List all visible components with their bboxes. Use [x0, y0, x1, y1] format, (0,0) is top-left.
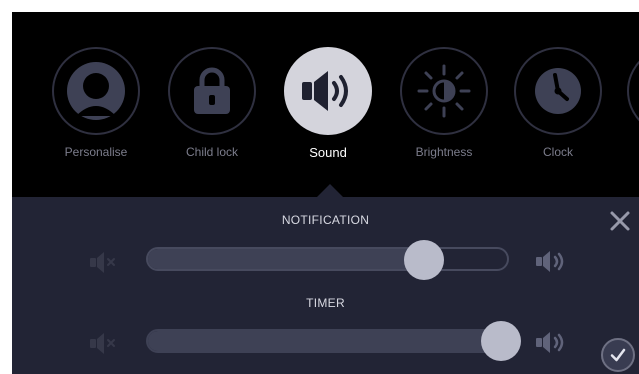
- notification-volume-slider[interactable]: [146, 247, 509, 271]
- brightness-button[interactable]: [400, 47, 488, 135]
- settings-menu: Personalise Child lock Sound Brightness …: [12, 12, 639, 197]
- person-icon: [67, 62, 125, 120]
- personalise-button[interactable]: [52, 47, 140, 135]
- timer-title: TIMER: [306, 296, 345, 310]
- timer-volume-knob[interactable]: [481, 321, 521, 361]
- padlock-icon: [194, 67, 230, 114]
- menu-item-personalise[interactable]: Personalise: [41, 47, 151, 159]
- clock-icon: [535, 68, 581, 114]
- timer-volume-slider[interactable]: [146, 329, 521, 353]
- menu-label-brightness: Brightness: [415, 145, 473, 159]
- menu-item-clock[interactable]: Clock: [503, 47, 613, 159]
- clock-button[interactable]: [514, 47, 602, 135]
- menu-item-sound[interactable]: Sound: [273, 47, 383, 160]
- timer-volume-fill: [148, 331, 503, 351]
- menu-item-brightness[interactable]: Brightness: [389, 47, 499, 159]
- volume-max-icon[interactable]: [534, 249, 566, 273]
- checkmark-icon: [610, 348, 626, 362]
- menu-item-child-lock[interactable]: Child lock: [157, 47, 267, 159]
- speaker-icon: [302, 71, 348, 111]
- menu-label-sound: Sound: [309, 145, 347, 160]
- selection-pointer: [317, 184, 343, 197]
- confirm-button[interactable]: [601, 338, 635, 372]
- device-screen: Personalise Child lock Sound Brightness …: [12, 12, 639, 374]
- notification-volume-fill: [148, 249, 427, 269]
- sound-settings-panel: NOTIFICATION TIMER: [12, 197, 639, 374]
- volume-max-icon[interactable]: [534, 330, 566, 354]
- volume-mute-icon[interactable]: [88, 250, 120, 274]
- brightness-icon: [417, 64, 471, 118]
- menu-label-child-lock: Child lock: [185, 145, 239, 159]
- notification-volume-knob[interactable]: [404, 240, 445, 280]
- menu-item-partial[interactable]: [627, 47, 639, 135]
- sound-button[interactable]: [284, 47, 372, 135]
- volume-mute-icon[interactable]: [88, 331, 120, 355]
- child-lock-button[interactable]: [168, 47, 256, 135]
- menu-label-clock: Clock: [542, 145, 573, 159]
- notification-title: NOTIFICATION: [281, 213, 370, 227]
- menu-label-personalise: Personalise: [64, 145, 128, 159]
